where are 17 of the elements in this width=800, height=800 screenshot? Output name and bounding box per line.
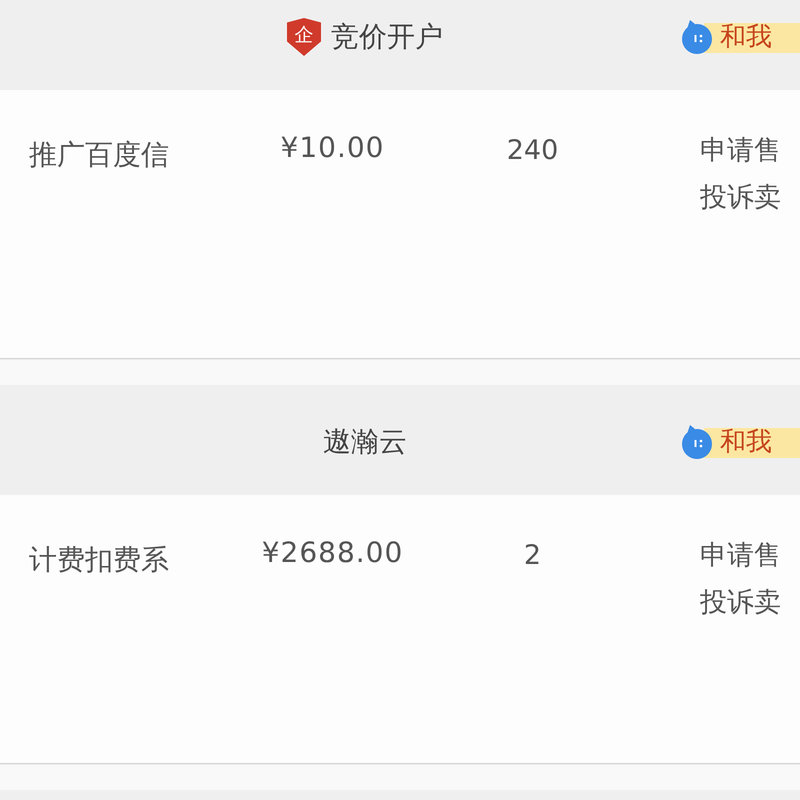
quantity: 240 bbox=[506, 134, 558, 168]
action-link[interactable]: 投诉卖 bbox=[700, 174, 781, 221]
quantity: 2 bbox=[524, 539, 542, 573]
chat-button[interactable]: 和我 bbox=[680, 424, 800, 460]
product-name: 推广百度信 bbox=[29, 137, 170, 173]
shop-name-link[interactable]: 竞价开户 bbox=[331, 19, 443, 55]
action-link[interactable]: 申请售 bbox=[700, 532, 781, 579]
chat-button[interactable]: 和我 bbox=[680, 19, 800, 55]
chat-bubble-icon bbox=[680, 20, 714, 54]
unit-price: ¥10.00 bbox=[280, 130, 384, 166]
chat-bubble-icon bbox=[680, 425, 714, 459]
shop-name-link[interactable]: 遨瀚云 bbox=[323, 424, 407, 460]
unit-price: ¥2688.00 bbox=[262, 535, 404, 571]
shield-badge: 企 bbox=[287, 18, 321, 56]
action-link[interactable]: 申请售 bbox=[700, 127, 781, 174]
action-link[interactable]: 投诉卖 bbox=[700, 579, 781, 626]
product-name: 计费扣费系 bbox=[29, 542, 170, 578]
